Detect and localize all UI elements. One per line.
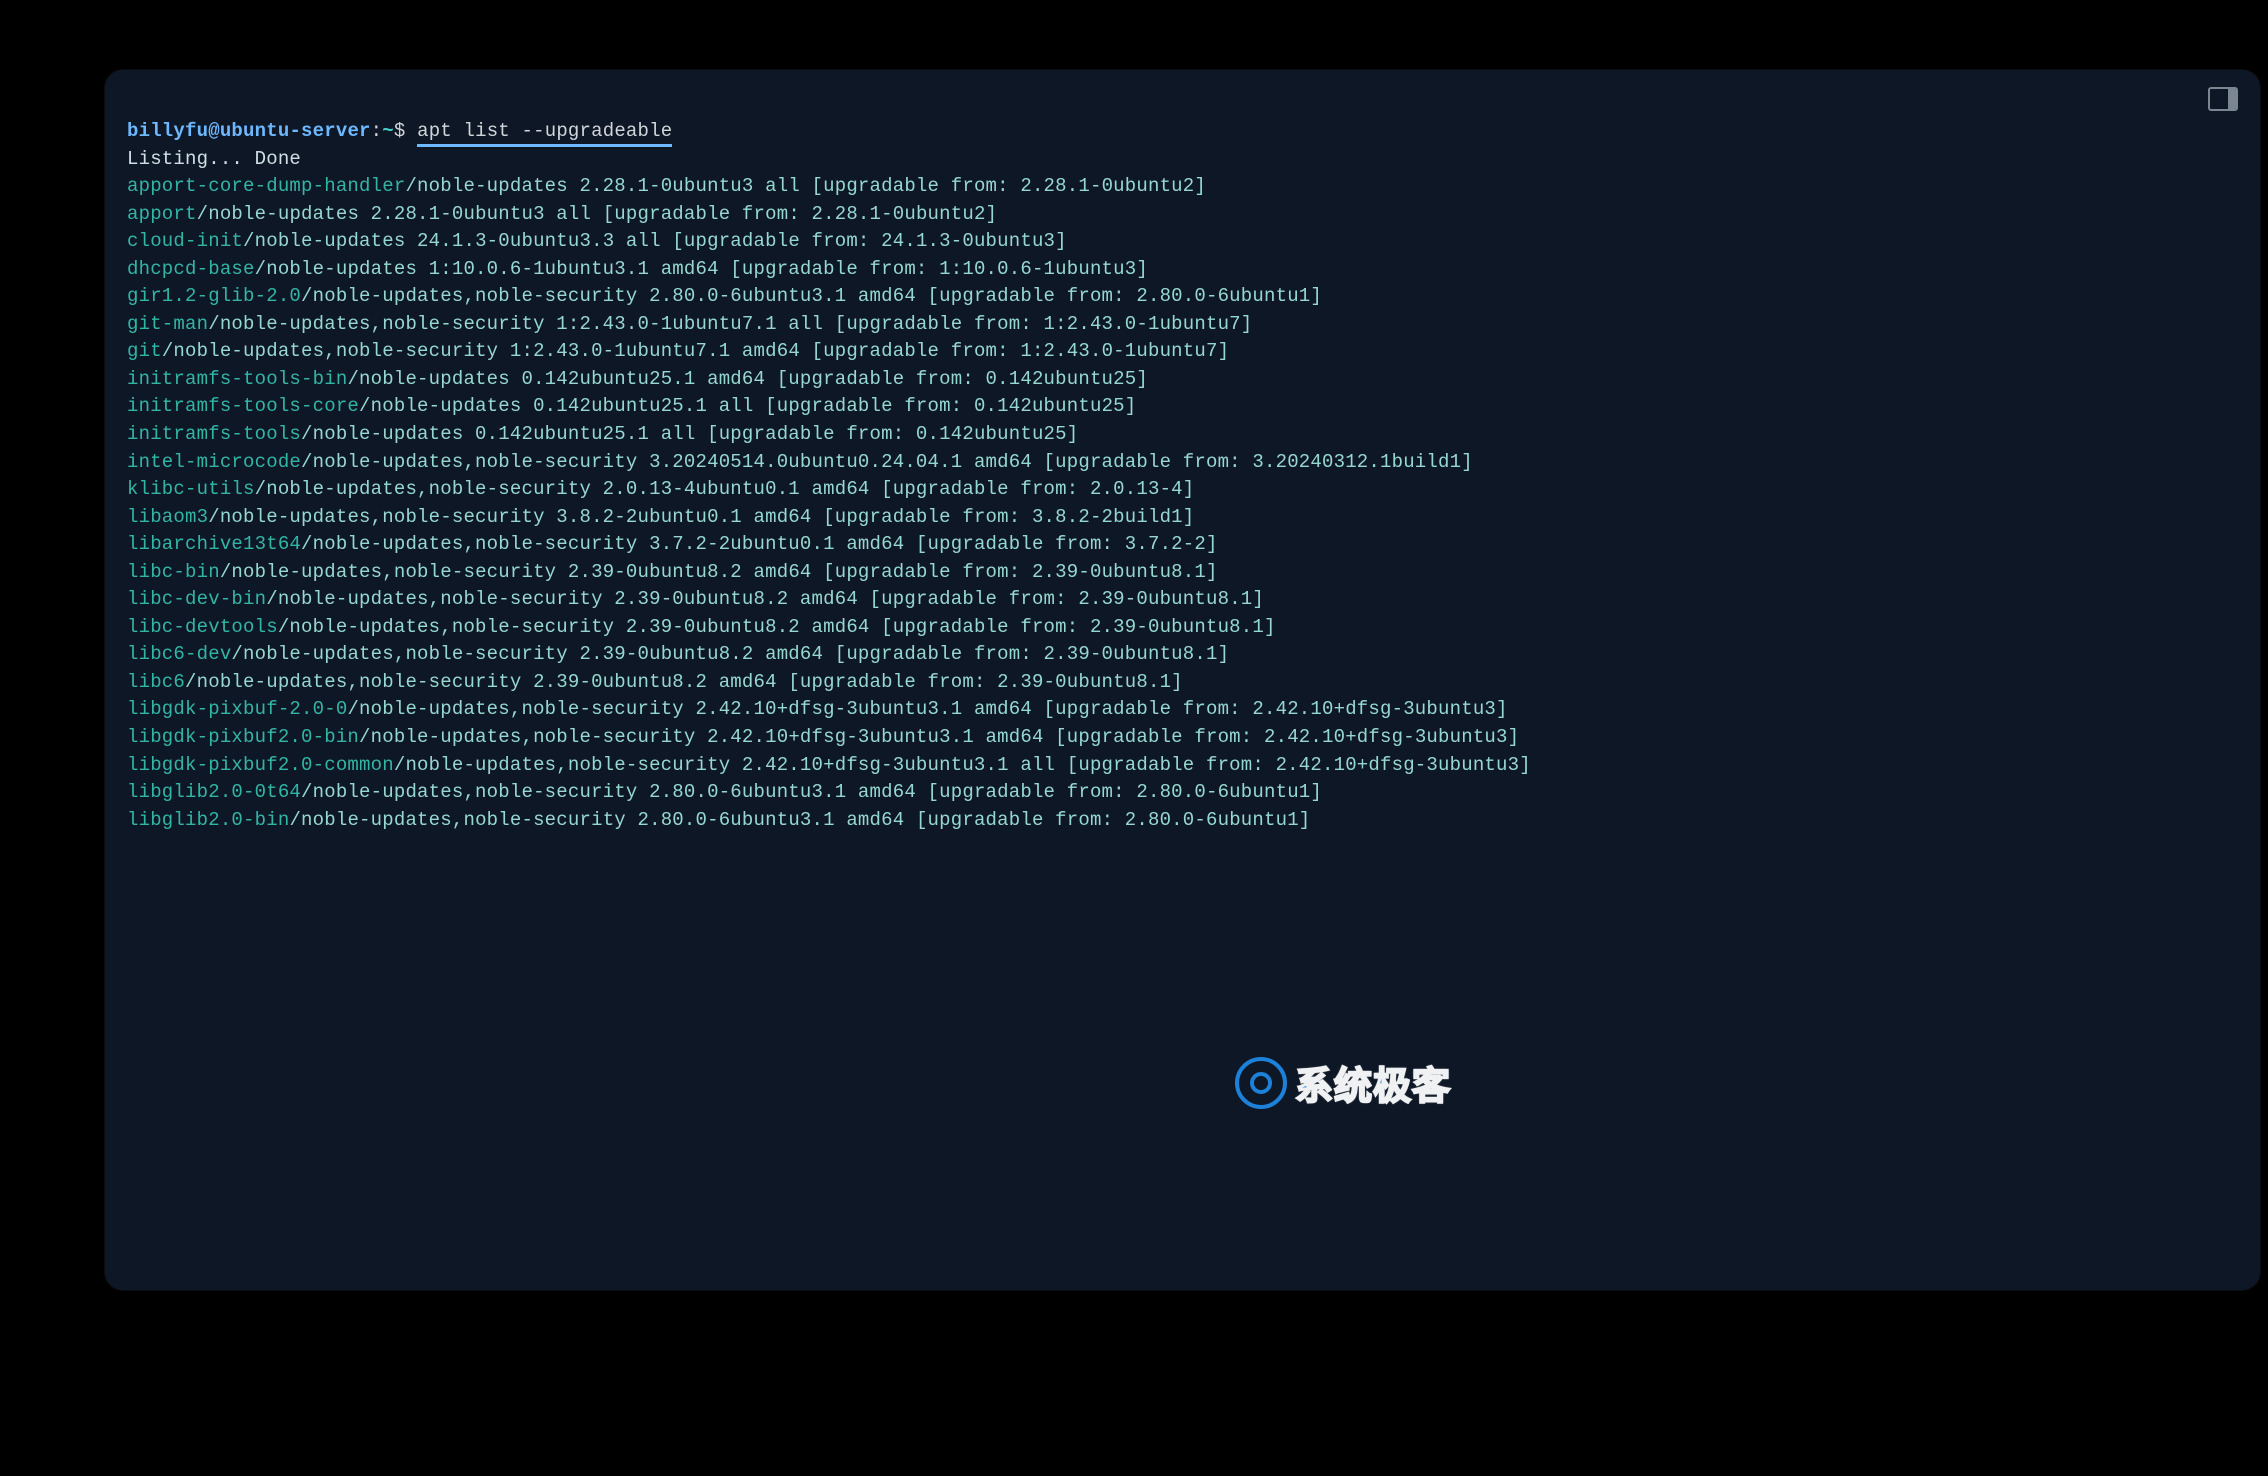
package-details: /noble-updates,noble-security 2.80.0-6ub… bbox=[301, 781, 1322, 803]
package-name: git bbox=[127, 340, 162, 362]
watermark: 系统极客 bbox=[1235, 1055, 1451, 1110]
terminal-window[interactable]: billyfu@ubuntu-server:~$ apt list --upgr… bbox=[105, 70, 2260, 1290]
prompt: billyfu@ubuntu-server:~$ apt list --upgr… bbox=[127, 120, 672, 147]
panel-toggle-icon[interactable] bbox=[2208, 87, 2238, 111]
package-name: libaom3 bbox=[127, 506, 208, 528]
package-name: libc6 bbox=[127, 671, 185, 693]
watermark-logo-icon bbox=[1235, 1057, 1287, 1109]
package-details: /noble-updates,noble-security 2.39-0ubun… bbox=[266, 588, 1264, 610]
package-name: initramfs-tools bbox=[127, 423, 301, 445]
package-details: /noble-updates 0.142ubuntu25.1 amd64 [up… bbox=[347, 368, 1148, 390]
package-name: libc-dev-bin bbox=[127, 588, 266, 610]
package-details: /noble-updates,noble-security 2.42.10+df… bbox=[359, 726, 1519, 748]
package-details: /noble-updates,noble-security 2.42.10+df… bbox=[347, 698, 1507, 720]
prompt-at: @ bbox=[208, 120, 220, 142]
package-name: cloud-init bbox=[127, 230, 243, 252]
package-name: libgdk-pixbuf-2.0-0 bbox=[127, 698, 347, 720]
package-name: apport-core-dump-handler bbox=[127, 175, 405, 197]
package-name: initramfs-tools-core bbox=[127, 395, 359, 417]
package-details: /noble-updates 24.1.3-0ubuntu3.3 all [up… bbox=[243, 230, 1067, 252]
package-name: libarchive13t64 bbox=[127, 533, 301, 555]
package-details: /noble-updates,noble-security 3.7.2-2ubu… bbox=[301, 533, 1218, 555]
package-name: initramfs-tools-bin bbox=[127, 368, 347, 390]
package-name: libglib2.0-bin bbox=[127, 809, 289, 831]
package-details: /noble-updates,noble-security 2.39-0ubun… bbox=[185, 671, 1183, 693]
listing-header: Listing... Done bbox=[127, 148, 301, 170]
package-name: libc6-dev bbox=[127, 643, 231, 665]
package-details: /noble-updates 0.142ubuntu25.1 all [upgr… bbox=[359, 395, 1136, 417]
package-details: /noble-updates,noble-security 2.80.0-6ub… bbox=[301, 285, 1322, 307]
package-name: libc-devtools bbox=[127, 616, 278, 638]
package-details: /noble-updates,noble-security 2.39-0ubun… bbox=[231, 643, 1229, 665]
package-name: dhcpcd-base bbox=[127, 258, 255, 280]
terminal-content[interactable]: billyfu@ubuntu-server:~$ apt list --upgr… bbox=[127, 118, 2238, 834]
package-details: /noble-updates,noble-security 2.39-0ubun… bbox=[278, 616, 1276, 638]
prompt-user: billyfu bbox=[127, 120, 208, 142]
package-details: /noble-updates 2.28.1-0ubuntu3 all [upgr… bbox=[405, 175, 1206, 197]
prompt-host: ubuntu-server bbox=[220, 120, 371, 142]
package-name: libc-bin bbox=[127, 561, 220, 583]
package-details: /noble-updates,noble-security 3.20240514… bbox=[301, 451, 1473, 473]
package-name: apport bbox=[127, 203, 197, 225]
package-details: /noble-updates,noble-security 2.80.0-6ub… bbox=[289, 809, 1310, 831]
package-name: libgdk-pixbuf2.0-common bbox=[127, 754, 394, 776]
package-details: /noble-updates,noble-security 3.8.2-2ubu… bbox=[208, 506, 1194, 528]
prompt-dollar: $ bbox=[394, 120, 417, 142]
package-details: /noble-updates 1:10.0.6-1ubuntu3.1 amd64… bbox=[255, 258, 1148, 280]
package-details: /noble-updates,noble-security 1:2.43.0-1… bbox=[208, 313, 1252, 335]
package-name: klibc-utils bbox=[127, 478, 255, 500]
package-details: /noble-updates,noble-security 2.0.13-4ub… bbox=[255, 478, 1195, 500]
package-details: /noble-updates,noble-security 2.42.10+df… bbox=[394, 754, 1531, 776]
package-details: /noble-updates,noble-security 2.39-0ubun… bbox=[220, 561, 1218, 583]
package-details: /noble-updates 2.28.1-0ubuntu3 all [upgr… bbox=[197, 203, 998, 225]
package-details: /noble-updates,noble-security 1:2.43.0-1… bbox=[162, 340, 1229, 362]
prompt-colon: : bbox=[371, 120, 383, 142]
titlebar bbox=[127, 84, 2238, 114]
package-name: libglib2.0-0t64 bbox=[127, 781, 301, 803]
package-name: libgdk-pixbuf2.0-bin bbox=[127, 726, 359, 748]
package-name: intel-microcode bbox=[127, 451, 301, 473]
watermark-text: 系统极客 bbox=[1295, 1055, 1451, 1110]
package-name: git-man bbox=[127, 313, 208, 335]
package-details: /noble-updates 0.142ubuntu25.1 all [upgr… bbox=[301, 423, 1078, 445]
prompt-path: ~ bbox=[382, 120, 394, 142]
package-name: gir1.2-glib-2.0 bbox=[127, 285, 301, 307]
prompt-command: apt list --upgradeable bbox=[417, 120, 672, 147]
